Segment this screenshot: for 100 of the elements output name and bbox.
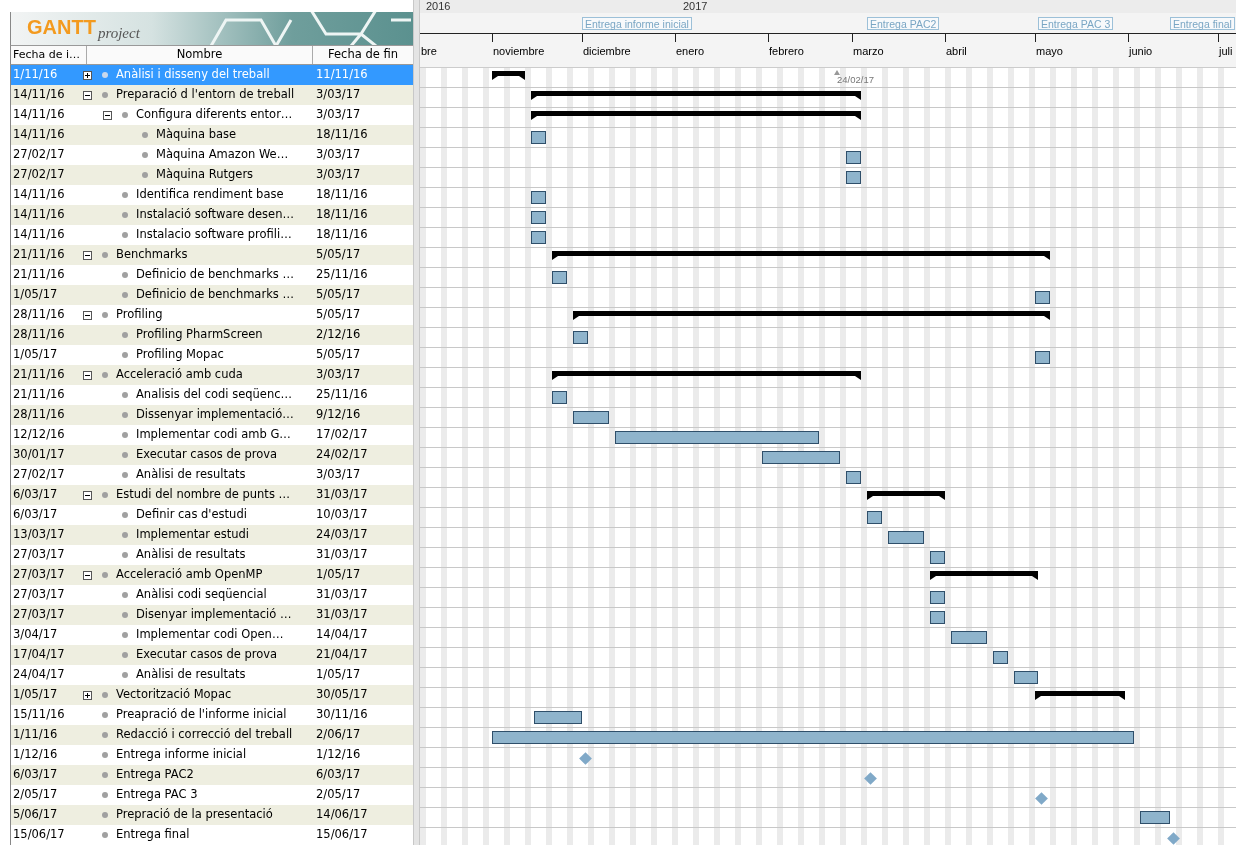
task-bar[interactable] [1014, 671, 1038, 684]
task-bar[interactable] [930, 551, 945, 564]
bullet-icon [102, 772, 108, 778]
start-date: 1/11/16 [12, 66, 59, 84]
bullet-icon [102, 72, 108, 78]
task-row[interactable]: 14/11/16 Instalació software desen… 18/11/16 [11, 205, 413, 225]
start-date: 1/05/17 [12, 346, 59, 364]
start-date: 28/11/16 [12, 326, 66, 344]
bullet-icon [122, 292, 128, 298]
task-bar[interactable] [534, 711, 582, 724]
month-label: enero [676, 44, 705, 59]
start-date: 12/12/16 [12, 426, 66, 444]
start-date: 1/12/16 [12, 746, 59, 764]
task-bar[interactable] [1140, 811, 1170, 824]
task-bar[interactable] [573, 411, 609, 424]
task-row[interactable]: 1/05/17 Vectorització Mopac 30/05/17 [11, 685, 413, 705]
start-date: 14/11/16 [12, 86, 66, 104]
task-bar[interactable] [867, 511, 882, 524]
task-row[interactable]: 30/01/17 Executar casos de prova 24/02/17 [11, 445, 413, 465]
task-row[interactable]: 28/11/16 Dissenyar implementació… 9/12/16 [11, 405, 413, 425]
start-date: 14/11/16 [12, 126, 66, 144]
task-bar[interactable] [1035, 351, 1050, 364]
task-row[interactable]: 17/04/17 Executar casos de prova 21/04/17 [11, 645, 413, 665]
summary-bar[interactable] [552, 371, 861, 380]
summary-bar[interactable] [867, 491, 945, 500]
task-row[interactable]: 6/03/17 Entrega PAC2 6/03/17 [11, 765, 413, 785]
start-date: 15/11/16 [12, 706, 66, 724]
task-row[interactable]: 21/11/16 Benchmarks 5/05/17 [11, 245, 413, 265]
bullet-icon [122, 512, 128, 518]
task-row[interactable]: 1/05/17 Definicio de benchmarks … 5/05/17 [11, 285, 413, 305]
summary-bar[interactable] [552, 251, 1050, 260]
task-row[interactable]: 5/06/17 Prepració de la presentació 14/06/17 [11, 805, 413, 825]
expand-icon[interactable] [83, 690, 92, 700]
task-bar[interactable] [1035, 291, 1050, 304]
collapse-icon[interactable] [83, 570, 92, 580]
end-date: 9/12/16 [315, 406, 361, 424]
task-bar[interactable] [552, 271, 567, 284]
bullet-icon [122, 392, 128, 398]
bullet-icon [122, 232, 128, 238]
task-bar[interactable] [846, 171, 861, 184]
task-row[interactable]: 27/03/17 Acceleració amb OpenMP 1/05/17 [11, 565, 413, 585]
task-row[interactable]: 27/03/17 Disenyar implementació … 31/03/17 [11, 605, 413, 625]
task-bar[interactable] [762, 451, 840, 464]
collapse-icon[interactable] [83, 90, 92, 100]
collapse-icon[interactable] [83, 310, 92, 320]
task-bar[interactable] [846, 471, 861, 484]
bullet-icon [122, 192, 128, 198]
column-header[interactable]: Fecha de fin [313, 45, 413, 64]
summary-bar[interactable] [492, 71, 525, 80]
end-date: 2/06/17 [315, 726, 361, 744]
bullet-icon [122, 332, 128, 338]
task-row[interactable]: 6/03/17 Estudi del nombre de punts … 31/03/17 [11, 485, 413, 505]
task-bar[interactable] [531, 131, 546, 144]
end-date: 3/03/17 [315, 466, 361, 484]
task-name: Profiling PharmScreen [136, 326, 263, 344]
start-date: 14/11/16 [12, 106, 66, 124]
summary-bar[interactable] [531, 111, 861, 120]
end-date: 25/11/16 [315, 266, 368, 284]
summary-bar[interactable] [930, 571, 1038, 580]
collapse-icon[interactable] [103, 110, 112, 120]
task-bar[interactable] [615, 431, 819, 444]
task-bar[interactable] [993, 651, 1008, 664]
summary-bar[interactable] [531, 91, 861, 100]
bullet-icon [122, 552, 128, 558]
task-row[interactable]: 27/02/17 Màquina Rutgers 3/03/17 [11, 165, 413, 185]
task-name: Executar casos de prova [136, 646, 278, 664]
task-row[interactable]: 28/11/16 Profiling PharmScreen 2/12/16 [11, 325, 413, 345]
task-row[interactable]: 13/03/17 Implementar estudi 24/03/17 [11, 525, 413, 545]
task-row[interactable]: 21/11/16 Acceleració amb cuda 3/03/17 [11, 365, 413, 385]
bullet-icon [102, 792, 108, 798]
column-header[interactable]: Nombre [87, 45, 313, 64]
task-bar[interactable] [552, 391, 567, 404]
collapse-icon[interactable] [83, 370, 92, 380]
summary-bar[interactable] [573, 311, 1050, 320]
end-date: 30/05/17 [315, 686, 368, 704]
task-bar[interactable] [531, 211, 546, 224]
start-date: 21/11/16 [12, 266, 66, 284]
task-row[interactable]: 14/11/16 Màquina base 18/11/16 [11, 125, 413, 145]
collapse-icon[interactable] [83, 250, 92, 260]
start-date: 21/11/16 [12, 386, 66, 404]
task-bar[interactable] [888, 531, 924, 544]
task-bar[interactable] [846, 151, 861, 164]
bullet-icon [102, 372, 108, 378]
start-date: 1/11/16 [12, 726, 59, 744]
task-bar[interactable] [930, 591, 945, 604]
expand-icon[interactable] [83, 70, 92, 80]
task-bar[interactable] [951, 631, 987, 644]
task-bar[interactable] [531, 231, 546, 244]
task-bar[interactable] [930, 611, 945, 624]
task-bar[interactable] [492, 731, 1134, 744]
column-header[interactable]: Fecha de i… [11, 45, 87, 64]
bullet-icon [102, 492, 108, 498]
summary-bar[interactable] [1035, 691, 1125, 700]
bullet-icon [122, 432, 128, 438]
task-bar[interactable] [531, 191, 546, 204]
task-bar[interactable] [573, 331, 588, 344]
collapse-icon[interactable] [83, 490, 92, 500]
task-row[interactable]: 14/11/16 Preparació d l'entorn de treball 3/03/17 [11, 85, 413, 105]
task-row[interactable]: 1/11/16 Redacció i correcció del treball 2/06/17 [11, 725, 413, 745]
start-date: 2/05/17 [12, 786, 59, 804]
